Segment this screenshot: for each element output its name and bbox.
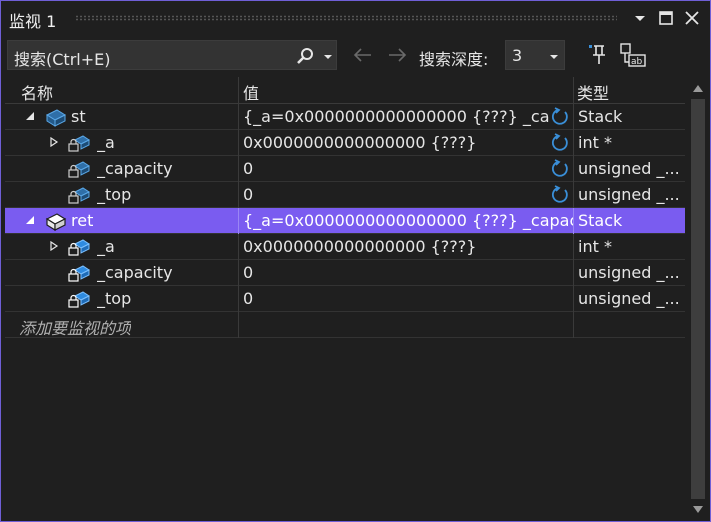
toolbar: 搜索(Ctrl+E) 搜索深度: 3 ab	[1, 37, 710, 75]
watch-window: 监视 1 搜索(Ctrl+E) 搜索深度: 3 ab 名称 值 类型 st {_…	[0, 0, 711, 522]
variable-name: _a	[97, 237, 115, 256]
maximize-icon[interactable]	[657, 9, 675, 27]
scroll-up-arrow-icon[interactable]	[692, 83, 704, 93]
refresh-icon[interactable]	[550, 107, 570, 127]
refresh-icon[interactable]	[550, 133, 570, 153]
variable-name: st	[71, 107, 86, 126]
variable-type: unsigned _...	[578, 159, 680, 178]
column-divider[interactable]	[573, 77, 574, 103]
variable-value[interactable]: {_a=0x0000000000000000 {???} _capacit...	[243, 211, 573, 230]
table-row[interactable]: _a 0x0000000000000000 {???} int *	[5, 234, 685, 260]
search-input[interactable]: 搜索(Ctrl+E)	[14, 46, 110, 70]
column-header-name[interactable]: 名称	[21, 80, 53, 104]
variable-type: unsigned _...	[578, 185, 680, 204]
column-divider[interactable]	[238, 77, 239, 103]
variable-name: _top	[97, 289, 132, 308]
title-bar: 监视 1	[1, 1, 710, 35]
svg-text:ab: ab	[631, 57, 643, 67]
private-field-icon	[68, 135, 90, 152]
variable-name: ret	[71, 211, 94, 230]
table-row[interactable]: _top 0 unsigned _...	[5, 286, 685, 312]
window-title: 监视 1	[9, 12, 57, 31]
object-icon	[45, 109, 67, 127]
private-field-icon	[68, 239, 90, 256]
private-field-icon	[68, 161, 90, 178]
column-header-row: 名称 值 类型	[5, 77, 685, 104]
search-options-chevron-down-icon[interactable]	[322, 47, 334, 65]
search-box[interactable]: 搜索(Ctrl+E)	[7, 40, 337, 70]
table-row[interactable]: _top 0 unsigned _...	[5, 182, 685, 208]
table-row[interactable]: _a 0x0000000000000000 {???} int *	[5, 130, 685, 156]
variable-value[interactable]: 0	[243, 159, 549, 178]
search-depth-select[interactable]: 3	[505, 40, 565, 70]
private-field-icon	[68, 265, 90, 282]
collapse-triangle-icon[interactable]	[25, 111, 35, 121]
variable-value[interactable]: 0	[243, 185, 549, 204]
variable-type: int *	[578, 133, 612, 152]
variable-type: unsigned _...	[578, 289, 680, 308]
variable-value[interactable]: {_a=0x0000000000000000 {???} _cap...	[243, 107, 549, 126]
column-header-value[interactable]: 值	[243, 80, 259, 104]
chevron-down-icon[interactable]	[548, 47, 560, 65]
variable-name: _capacity	[97, 263, 173, 282]
search-next-arrow-icon[interactable]	[385, 45, 409, 65]
variable-type: unsigned _...	[578, 263, 680, 282]
hexadecimal-display-icon[interactable]: ab	[619, 42, 647, 68]
variable-value[interactable]: 0x0000000000000000 {???}	[243, 237, 549, 256]
pin-icon[interactable]	[585, 43, 609, 67]
refresh-icon[interactable]	[550, 159, 570, 179]
object-icon	[45, 213, 67, 231]
column-header-type[interactable]: 类型	[577, 80, 609, 104]
variable-value[interactable]: 0x0000000000000000 {???}	[243, 133, 549, 152]
variable-type: Stack	[578, 107, 623, 126]
add-watch-placeholder[interactable]: 添加要监视的项	[19, 315, 131, 339]
search-depth-label: 搜索深度:	[419, 50, 489, 69]
search-previous-arrow-icon[interactable]	[351, 45, 375, 65]
close-icon[interactable]	[683, 9, 701, 27]
variable-name: _a	[97, 133, 115, 152]
add-watch-row[interactable]: 添加要监视的项	[5, 312, 685, 338]
variable-value[interactable]: 0	[243, 289, 549, 308]
vertical-scrollbar[interactable]	[687, 77, 709, 521]
watch-grid: 名称 值 类型 st {_a=0x0000000000000000 {???} …	[5, 77, 685, 338]
table-row[interactable]: _capacity 0 unsigned _...	[5, 156, 685, 182]
variable-type: int *	[578, 237, 612, 256]
private-field-icon	[68, 291, 90, 308]
table-row-selected[interactable]: ret {_a=0x0000000000000000 {???} _capaci…	[5, 208, 685, 234]
table-row[interactable]: _capacity 0 unsigned _...	[5, 260, 685, 286]
table-row[interactable]: st {_a=0x0000000000000000 {???} _cap... …	[5, 104, 685, 130]
expand-triangle-icon[interactable]	[49, 241, 59, 251]
variable-type: Stack	[578, 211, 623, 230]
refresh-icon[interactable]	[550, 185, 570, 205]
collapse-triangle-icon[interactable]	[25, 215, 35, 225]
title-grip[interactable]	[75, 15, 617, 21]
scroll-down-arrow-icon[interactable]	[692, 505, 704, 515]
search-depth-value: 3	[512, 46, 523, 65]
expand-triangle-icon[interactable]	[49, 137, 59, 147]
search-icon[interactable]	[294, 47, 316, 65]
window-menu-dropdown-icon[interactable]	[631, 9, 649, 27]
variable-name: _capacity	[97, 159, 173, 178]
variable-value[interactable]: 0	[243, 263, 549, 282]
private-field-icon	[68, 187, 90, 204]
variable-name: _top	[97, 185, 132, 204]
scrollbar-thumb[interactable]	[691, 99, 705, 499]
